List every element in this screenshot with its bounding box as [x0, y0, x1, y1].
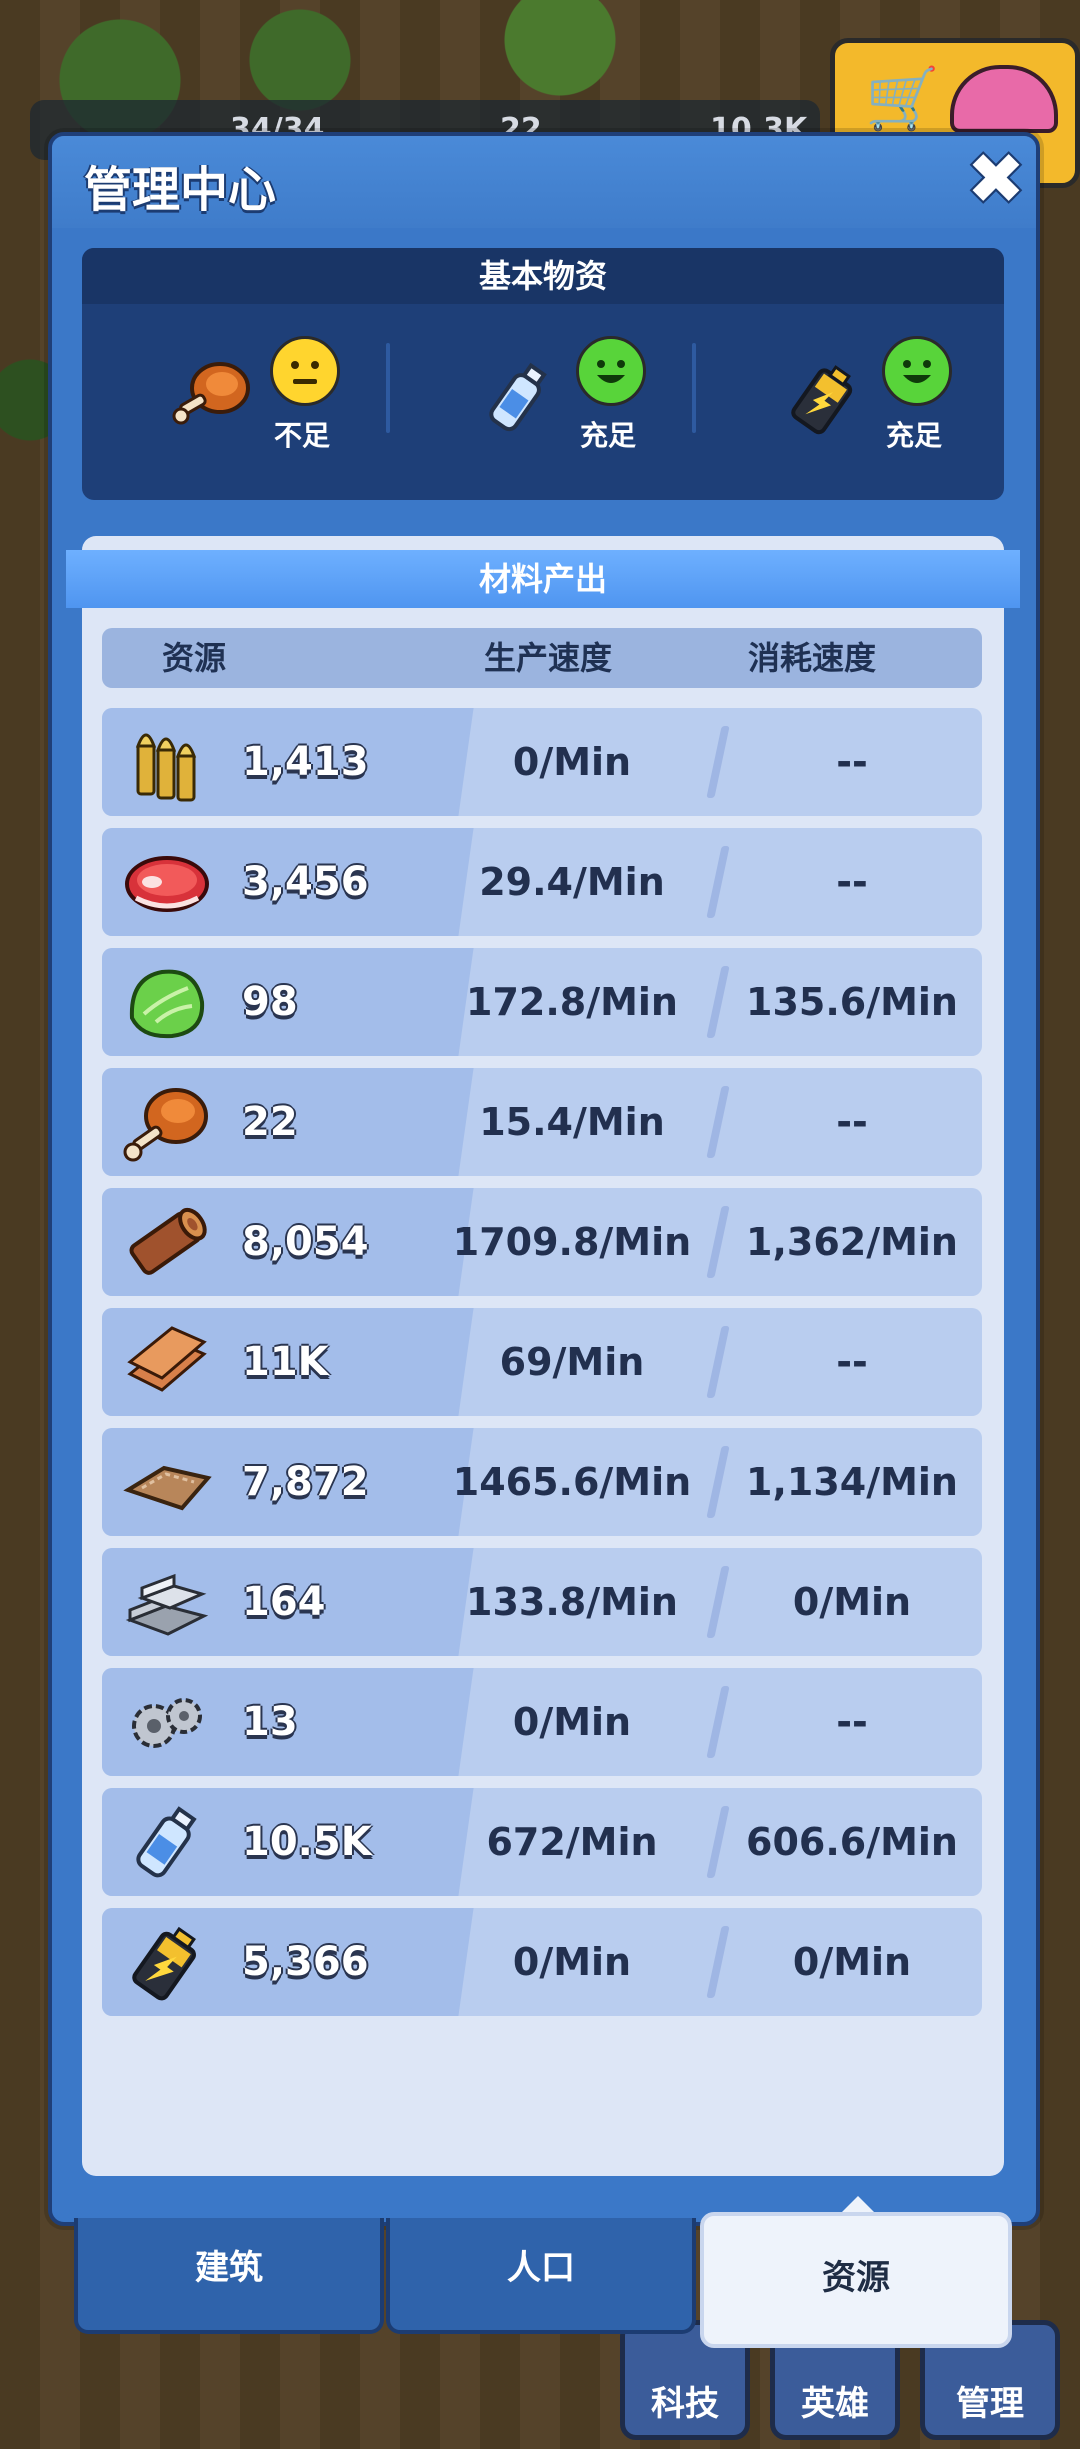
consumption-rate: -- — [836, 1340, 868, 1384]
resource-count: 5,366 — [242, 1939, 369, 1985]
resource-row-lettuce: 98 172.8/Min 135.6/Min — [102, 948, 982, 1056]
power-status: 充足 — [885, 419, 942, 452]
tab-population[interactable]: 人口 — [386, 2218, 696, 2334]
resource-count: 13 — [242, 1699, 298, 1745]
management-center-dialog: 管理中心 ✖ 基本物资 不足 充足 充足 材料产出 资源 生产速度 消耗速度 1… — [48, 132, 1040, 2226]
consumption-rate: 135.6/Min — [746, 980, 958, 1024]
production-rate: 0/Min — [512, 1940, 632, 1984]
supply-power: 充足 — [734, 318, 1034, 488]
dialog-header: 管理中心 ✖ — [52, 136, 1036, 228]
wood-log-icon — [122, 1198, 212, 1286]
food-status: 不足 — [273, 419, 330, 452]
production-rate: 1465.6/Min — [452, 1460, 692, 1504]
resource-count: 3,456 — [242, 859, 369, 905]
supply-food: 不足 — [122, 318, 422, 488]
mushroom-icon — [950, 65, 1058, 133]
basic-supplies-title: 基本物资 — [82, 248, 1004, 304]
resource-row-wood: 8,054 1709.8/Min 1,362/Min — [102, 1188, 982, 1296]
consumption-rate: 1,134/Min — [746, 1460, 958, 1504]
consumption-rate: -- — [836, 740, 868, 784]
resource-row-meat: 22 15.4/Min -- — [102, 1068, 982, 1176]
resource-count: 1,413 — [242, 739, 369, 785]
close-button[interactable]: ✖ — [964, 144, 1028, 214]
resource-count: 11K — [242, 1339, 329, 1385]
materials-title: 材料产出 — [66, 550, 1020, 608]
production-rate: 69/Min — [499, 1340, 645, 1384]
battery-icon — [784, 358, 864, 442]
tab-resources[interactable]: 资源 — [700, 2212, 1012, 2348]
resource-count: 10.5K — [242, 1819, 372, 1865]
meat-drumstick-icon — [122, 1078, 212, 1166]
resource-count: 164 — [242, 1579, 326, 1625]
raw-steak-icon — [122, 838, 212, 926]
production-rate: 172.8/Min — [466, 980, 678, 1024]
resource-row-leather: 7,872 1465.6/Min 1,134/Min — [102, 1428, 982, 1536]
wood-planks-icon — [122, 1318, 212, 1406]
resource-row-steak: 3,456 29.4/Min -- — [102, 828, 982, 936]
lettuce-icon — [122, 958, 212, 1046]
neutral-face-icon — [270, 336, 340, 406]
consumption-rate: 0/Min — [792, 1940, 912, 1984]
heroes-button-label: 英雄 — [801, 2384, 869, 2424]
manage-button-label: 管理 — [956, 2384, 1024, 2424]
production-rate: 29.4/Min — [479, 860, 665, 904]
materials-table-header: 资源 生产速度 消耗速度 — [102, 628, 982, 688]
resource-count: 7,872 — [242, 1459, 369, 1505]
bullets-icon — [122, 718, 212, 806]
consumption-rate: 1,362/Min — [746, 1220, 958, 1264]
consumption-rate: 0/Min — [792, 1580, 912, 1624]
consumption-rate: -- — [836, 1100, 868, 1144]
consumption-rate: 606.6/Min — [746, 1820, 958, 1864]
header-consumption: 消耗速度 — [748, 639, 877, 677]
divider — [386, 343, 390, 433]
tech-button-label: 科技 — [651, 2384, 719, 2424]
consumption-rate: -- — [836, 1700, 868, 1744]
header-production: 生产速度 — [484, 639, 613, 677]
production-rate: 0/Min — [512, 1700, 632, 1744]
meat-drumstick-icon — [172, 358, 252, 432]
header-resource: 资源 — [162, 639, 227, 677]
resource-count: 22 — [242, 1099, 298, 1145]
divider — [692, 343, 696, 433]
consumption-rate: -- — [836, 860, 868, 904]
leather-icon — [122, 1438, 212, 1526]
production-rate: 672/Min — [486, 1820, 658, 1864]
production-rate: 133.8/Min — [466, 1580, 678, 1624]
resource-row-gears: 13 0/Min -- — [102, 1668, 982, 1776]
dialog-title: 管理中心 — [84, 162, 277, 218]
water-status: 充足 — [579, 419, 636, 452]
resource-count: 98 — [242, 979, 298, 1025]
production-rate: 1709.8/Min — [452, 1220, 692, 1264]
resource-row-water: 10.5K 672/Min 606.6/Min — [102, 1788, 982, 1896]
supply-water: 充足 — [428, 318, 728, 488]
happy-face-icon — [576, 336, 646, 406]
resource-row-steel: 164 133.8/Min 0/Min — [102, 1548, 982, 1656]
resource-row-battery: 5,366 0/Min 0/Min — [102, 1908, 982, 2016]
production-rate: 15.4/Min — [479, 1100, 665, 1144]
resource-row-bullets: 1,413 0/Min -- — [102, 708, 982, 816]
tab-buildings[interactable]: 建筑 — [74, 2218, 384, 2334]
cart-icon: 🛒 — [865, 64, 940, 134]
water-bottle-icon — [122, 1798, 212, 1886]
steel-ingots-icon — [122, 1558, 212, 1646]
water-bottle-icon — [478, 358, 558, 442]
resource-row-planks: 11K 69/Min -- — [102, 1308, 982, 1416]
gears-icon — [122, 1678, 212, 1766]
materials-output-panel: 材料产出 资源 生产速度 消耗速度 1,413 0/Min -- 3,456 2… — [66, 536, 1020, 2176]
battery-icon — [122, 1918, 212, 2006]
production-rate: 0/Min — [512, 740, 632, 784]
basic-supplies-panel: 基本物资 不足 充足 充足 — [82, 248, 1004, 500]
happy-face-icon — [882, 336, 952, 406]
resource-count: 8,054 — [242, 1219, 369, 1265]
